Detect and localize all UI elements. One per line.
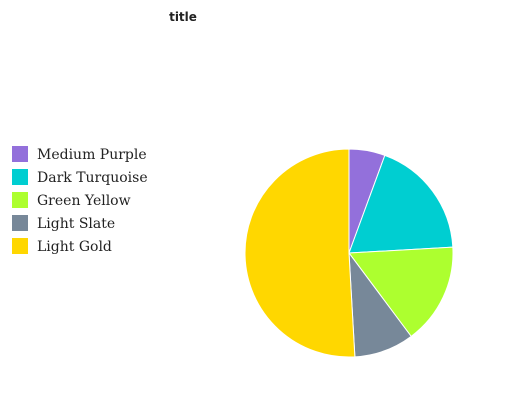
legend: Medium Purple Dark Turquoise Green Yellow L… [12, 146, 148, 255]
legend-swatch-green-yellow [12, 192, 28, 208]
chart-title: title [169, 10, 197, 24]
pie-slices [244, 148, 454, 358]
pie-chart: title Medium Purple Dark Turquoise Green Y… [12, 10, 454, 358]
legend-item-medium-purple: Medium Purple [12, 146, 147, 163]
legend-swatch-light-gold [12, 238, 28, 254]
legend-label-medium-purple: Medium Purple [37, 147, 147, 163]
pie-slice-light-gold [244, 148, 356, 358]
legend-label-light-gold: Light Gold [37, 239, 112, 255]
legend-label-green-yellow: Green Yellow [37, 193, 131, 209]
legend-label-dark-turquoise: Dark Turquoise [37, 170, 148, 186]
legend-swatch-dark-turquoise [12, 169, 28, 185]
legend-item-light-slate: Light Slate [12, 215, 115, 232]
legend-label-light-slate: Light Slate [37, 216, 115, 232]
legend-swatch-medium-purple [12, 146, 28, 162]
legend-item-dark-turquoise: Dark Turquoise [12, 169, 148, 186]
legend-item-green-yellow: Green Yellow [12, 192, 131, 209]
legend-item-light-gold: Light Gold [12, 238, 112, 255]
chart-root: title Medium Purple Dark Turquoise Green Y… [0, 0, 532, 400]
legend-swatch-light-slate [12, 215, 28, 231]
